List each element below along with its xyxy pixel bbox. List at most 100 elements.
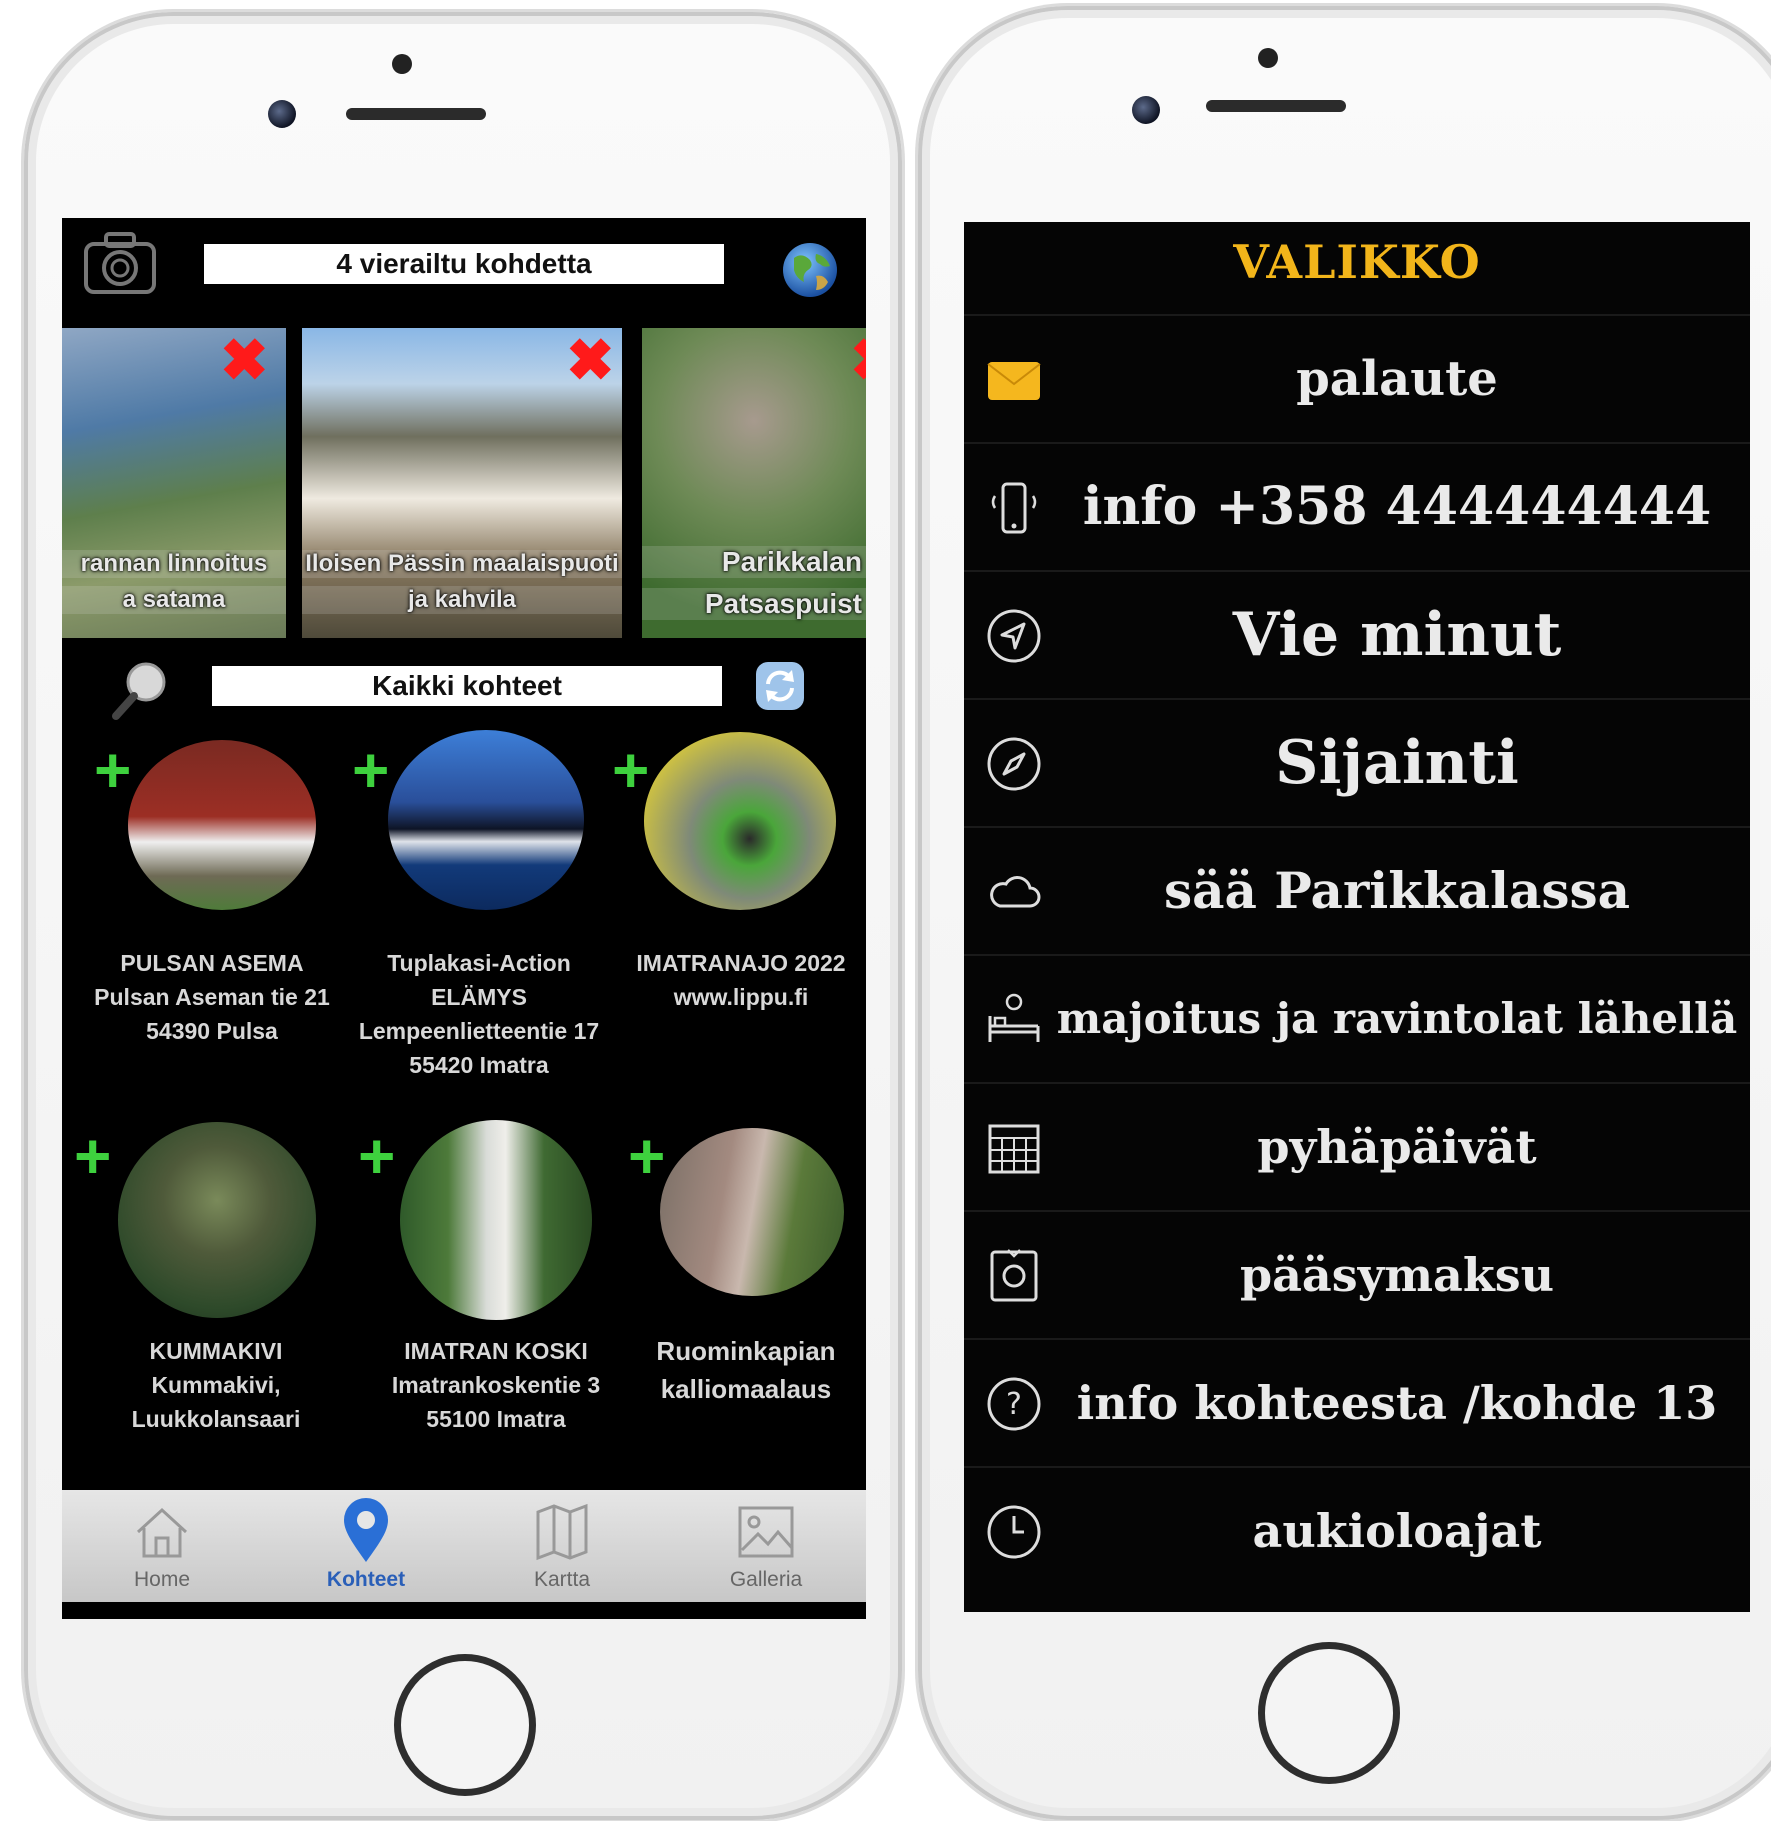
place-name: Ruominkapian <box>656 1336 836 1366</box>
menu-item-label: sää Parikkalassa <box>1163 861 1631 920</box>
place-card[interactable]: IMATRAN KOSKI Imatrankoskentie 3 55100 I… <box>380 1334 612 1436</box>
earpiece-speaker <box>346 108 486 120</box>
tab-home[interactable]: Home <box>62 1490 262 1602</box>
menu-item-label: majoitus ja ravintolat lähellä <box>1056 994 1738 1043</box>
menu-item-label: pyhäpäivät <box>1257 1120 1537 1174</box>
visited-caption-line2: Patsaspuist <box>642 588 866 620</box>
earpiece-speaker <box>1206 100 1346 112</box>
remove-visited-icon[interactable]: ✖ <box>220 332 269 390</box>
menu-item-label: Vie minut <box>1232 600 1562 670</box>
clock-icon <box>987 1505 1041 1559</box>
place-address: Imatrankoskentie 3 <box>391 1372 601 1398</box>
phone-icon <box>991 482 1037 534</box>
place-image[interactable] <box>644 732 836 910</box>
menu-item-label: pääsymaksu <box>1239 1248 1555 1302</box>
visited-caption-line1: rannan linnoitus <box>62 550 286 578</box>
tab-galleria[interactable]: Galleria <box>666 1490 866 1602</box>
menu-item-paasymaksu[interactable]: pääsymaksu <box>964 1210 1750 1338</box>
globe-icon[interactable] <box>780 240 840 300</box>
location-pin-icon <box>344 1498 388 1562</box>
place-postcode: 55420 Imatra <box>409 1052 549 1078</box>
phone-frame-right: VALIKKO palaute info +358 444444444 Vie … <box>918 6 1771 1820</box>
cloud-icon <box>990 876 1041 908</box>
menu-item-label: info +358 444444444 <box>1082 476 1712 537</box>
all-places-title: Kaikki kohteet <box>212 666 722 706</box>
menu-item-info-kohteesta[interactable]: ? info kohteesta /kohde 13 <box>964 1338 1750 1466</box>
menu-item-label: aukioloajat <box>1252 1504 1542 1558</box>
tab-label: Kohteet <box>326 1568 406 1591</box>
add-place-icon[interactable]: + <box>628 1124 665 1188</box>
place-image[interactable] <box>388 730 584 910</box>
add-place-icon[interactable]: + <box>352 738 389 802</box>
tab-label: Kartta <box>533 1568 591 1591</box>
place-image[interactable] <box>128 740 316 910</box>
add-place-icon[interactable]: + <box>94 738 131 802</box>
place-card[interactable]: IMATRANAJO 2022 www.lippu.fi <box>624 946 858 1014</box>
place-card[interactable]: Tuplakasi-Action ELÄMYS Lempeenlietteent… <box>342 946 616 1082</box>
ticket-icon <box>990 1249 1038 1302</box>
place-name: Tuplakasi-Action ELÄMYS <box>387 950 571 1010</box>
menu-item-vie-minut[interactable]: Vie minut <box>964 570 1750 698</box>
add-place-icon[interactable]: + <box>358 1124 395 1188</box>
visited-caption-line2: a satama <box>62 586 286 614</box>
front-camera <box>1132 96 1160 124</box>
tab-kohteet[interactable]: Kohteet <box>266 1490 466 1602</box>
bottom-tab-bar: Home Kohteet Kartta Galleria <box>62 1490 866 1602</box>
home-icon <box>136 1507 188 1558</box>
camera-icon[interactable] <box>82 230 158 296</box>
place-address: www.lippu.fi <box>673 984 809 1010</box>
visited-photo[interactable]: Parikkalan Patsaspuist ✖ <box>642 328 866 638</box>
place-card[interactable]: KUMMAKIVI Kummakivi, Luukkolansaari <box>68 1334 364 1436</box>
add-place-icon[interactable]: + <box>612 738 649 802</box>
tab-label: Galleria <box>729 1568 803 1591</box>
visited-places-strip: rannan linnoitus a satama ✖ Iloisen Päss… <box>62 328 866 638</box>
front-camera <box>268 100 296 128</box>
place-postcode: 54390 Pulsa <box>146 1018 278 1044</box>
home-button[interactable] <box>1258 1642 1400 1784</box>
place-image[interactable] <box>118 1122 316 1318</box>
place-address: Kummakivi, Luukkolansaari <box>131 1372 301 1432</box>
calendar-icon <box>988 1124 1040 1174</box>
menu-item-info-phone[interactable]: info +358 444444444 <box>964 442 1750 570</box>
tab-label: Home <box>133 1568 191 1591</box>
visited-count-title: 4 vierailtu kohdetta <box>204 244 724 284</box>
place-name: KUMMAKIVI <box>149 1338 283 1364</box>
visited-photo[interactable]: Iloisen Pässin maalaispuoti ja kahvila ✖ <box>302 328 622 638</box>
add-place-icon[interactable]: + <box>74 1124 111 1188</box>
menu-item-sijainti[interactable]: Sijainti <box>964 698 1750 826</box>
menu-item-label: Sijainti <box>1275 728 1519 798</box>
menu-item-label: palaute <box>1296 351 1498 407</box>
menu-item-saa[interactable]: sää Parikkalassa <box>964 826 1750 954</box>
menu-item-majoitus[interactable]: majoitus ja ravintolat lähellä <box>964 954 1750 1082</box>
visited-caption-line2: ja kahvila <box>302 586 622 614</box>
place-postcode: 55100 Imatra <box>426 1406 566 1432</box>
home-button[interactable] <box>394 1654 536 1796</box>
search-icon[interactable] <box>108 658 172 722</box>
visited-photo[interactable]: rannan linnoitus a satama ✖ <box>62 328 286 638</box>
tab-kartta[interactable]: Kartta <box>462 1490 662 1602</box>
map-icon <box>536 1503 588 1561</box>
remove-visited-icon[interactable]: ✖ <box>850 332 866 390</box>
place-address: Lempeenlietteentie 17 <box>358 1018 600 1044</box>
remove-visited-icon[interactable]: ✖ <box>566 332 615 390</box>
place-name: IMATRANAJO 2022 <box>636 950 846 976</box>
envelope-icon <box>987 362 1041 400</box>
place-card[interactable]: PULSAN ASEMA Pulsan Aseman tie 21 54390 … <box>92 946 332 1048</box>
menu-item-aukioloajat[interactable]: aukioloajat <box>964 1466 1750 1594</box>
menu-item-pyhapaivat[interactable]: pyhäpäivät <box>964 1082 1750 1210</box>
svg-text:?: ? <box>1006 1387 1022 1422</box>
menu-item-label: info kohteesta /kohde 13 <box>1076 1376 1718 1430</box>
place-card[interactable]: Ruominkapian kalliomaalaus <box>634 1332 858 1408</box>
menu-item-palaute[interactable]: palaute <box>964 314 1750 442</box>
place-image[interactable] <box>400 1120 592 1320</box>
place-name: IMATRAN KOSKI <box>404 1338 588 1364</box>
place-address: Pulsan Aseman tie 21 <box>94 984 330 1010</box>
question-icon: ? <box>987 1377 1041 1431</box>
proximity-sensor <box>1258 48 1278 68</box>
visited-header: 4 vierailtu kohdetta <box>62 218 866 328</box>
bed-icon <box>988 993 1040 1042</box>
places-screen: 4 vierailtu kohdetta rannan linnoitus a … <box>62 218 866 1619</box>
compass-icon <box>987 737 1041 791</box>
place-image[interactable] <box>660 1128 844 1296</box>
refresh-icon[interactable] <box>754 660 806 712</box>
